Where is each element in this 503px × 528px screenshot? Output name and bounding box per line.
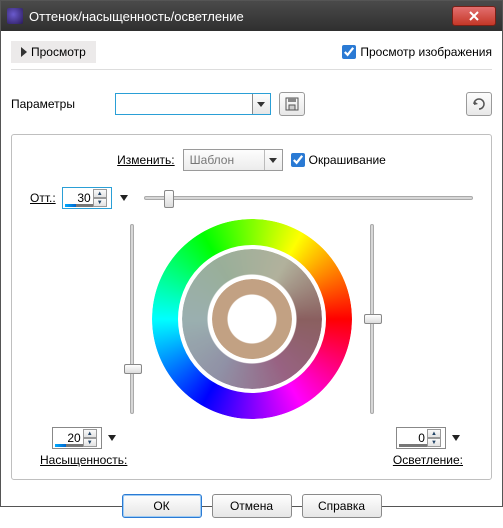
save-preset-button[interactable] [279,92,305,116]
save-icon [285,97,299,111]
preview-row: Просмотр Просмотр изображения [11,37,492,70]
edit-select-dropdown[interactable] [264,150,282,170]
lightness-input[interactable]: 0 ▲▼ [396,427,446,449]
ok-button[interactable]: ОК [122,494,202,518]
saturation-value: 20 [57,431,83,445]
preview-label: Просмотр [31,45,86,59]
hue-label: Отт.: [30,191,56,205]
adjust-panel: Изменить: Шаблон Окрашивание Отт.: 30 ▲▼ [11,134,492,480]
app-icon [7,8,23,24]
edit-row: Изменить: Шаблон Окрашивание [30,149,473,171]
hue-slider-thumb[interactable] [164,190,174,208]
parameters-dropdown-button[interactable] [252,94,270,114]
reset-icon [471,97,487,111]
saturation-label: Насыщенность: [40,453,127,467]
disclosure-triangle-icon [21,47,27,57]
button-row: ОК Отмена Справка [11,494,492,518]
hue-input[interactable]: 30 ▲▼ [62,187,112,209]
color-wheel[interactable] [152,219,352,419]
saturation-slider[interactable] [122,224,142,414]
colorize-check-input[interactable] [291,153,305,167]
edit-select[interactable]: Шаблон [183,149,283,171]
bottom-values: 20 ▲▼ Насыщенность: 0 ▲▼ [30,427,473,467]
preview-image-label: Просмотр изображения [360,45,492,59]
hue-slider[interactable] [144,188,473,208]
saturation-slider-thumb[interactable] [124,364,142,374]
cancel-button[interactable]: Отмена [212,494,292,518]
colorize-label: Окрашивание [309,153,386,167]
saturation-menu-icon[interactable] [108,435,116,441]
preview-image-checkbox[interactable]: Просмотр изображения [342,45,492,59]
reset-button[interactable] [466,92,492,116]
hue-row: Отт.: 30 ▲▼ [30,187,473,209]
lightness-slider-thumb[interactable] [364,314,382,324]
close-icon [469,11,479,21]
help-button[interactable]: Справка [302,494,382,518]
edit-select-value: Шаблон [190,153,234,167]
lightness-slider[interactable] [362,224,382,414]
wheel-area [30,219,473,419]
parameters-combo[interactable] [115,93,271,115]
content-area: Просмотр Просмотр изображения Параметры [1,31,502,528]
titlebar: Оттенок/насыщенность/осветление [1,1,502,31]
lightness-group: 0 ▲▼ Осветление: [393,427,463,467]
lightness-menu-icon[interactable] [452,435,460,441]
hue-bar [65,204,93,207]
lightness-value: 0 [401,431,427,445]
hue-value: 30 [67,191,93,205]
close-button[interactable] [452,6,496,26]
hue-menu-icon[interactable] [120,195,128,201]
edit-label: Изменить: [117,153,174,167]
colorize-checkbox[interactable]: Окрашивание [291,153,386,167]
parameters-row: Параметры [11,92,492,116]
preview-toggle[interactable]: Просмотр [11,41,96,63]
lightness-label: Осветление: [393,453,463,467]
saturation-input[interactable]: 20 ▲▼ [52,427,102,449]
hue-spinner[interactable]: ▲▼ [93,189,107,207]
saturation-spinner[interactable]: ▲▼ [83,429,97,447]
window-title: Оттенок/насыщенность/осветление [29,9,452,24]
chevron-down-icon [269,158,277,163]
dialog-window: Оттенок/насыщенность/осветление Просмотр… [0,0,503,507]
preview-image-check-input[interactable] [342,45,356,59]
lightness-spinner[interactable]: ▲▼ [427,429,441,447]
parameters-label: Параметры [11,97,107,111]
lightness-ring [212,279,292,359]
saturation-group: 20 ▲▼ Насыщенность: [40,427,127,467]
chevron-down-icon [257,102,265,107]
hue-slider-track [144,196,473,200]
